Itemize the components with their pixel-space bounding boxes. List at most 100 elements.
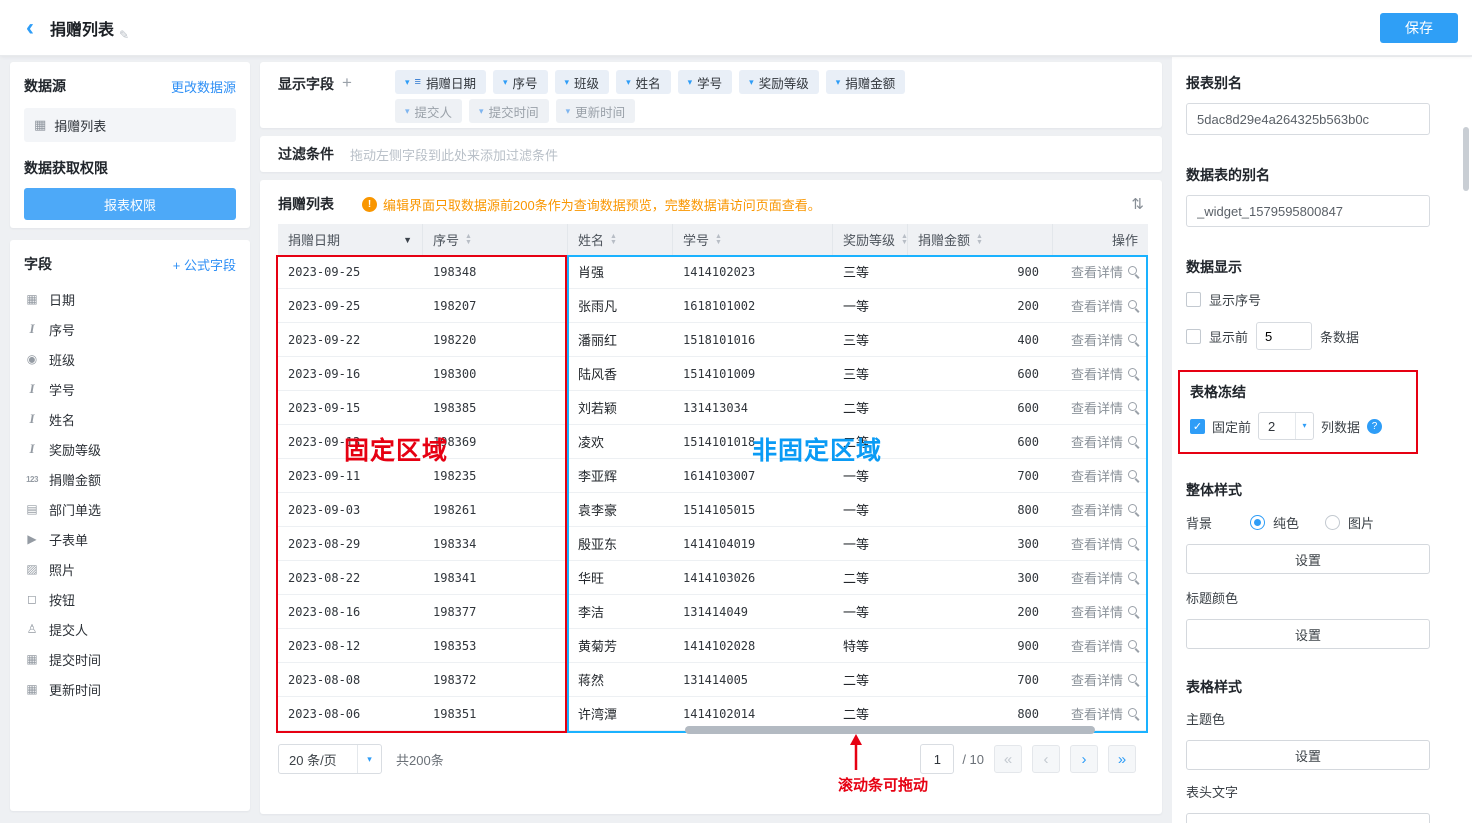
datasource-item[interactable]: ▦ 捐赠列表 [24,108,236,142]
column-header-donation-date[interactable]: 捐赠日期 ▼ [278,224,423,255]
column-header-grade[interactable]: 奖励等级 ▲▼ [833,224,908,255]
view-detail-link[interactable]: 查看详情 [1071,398,1123,417]
view-detail-link[interactable]: 查看详情 [1071,568,1123,587]
cell-action: 查看详情 [1053,527,1148,560]
theme-color-set-button[interactable]: 设置 [1186,740,1430,770]
back-button[interactable]: ‹ [26,16,34,40]
cell-donation-date: 2023-09-25 [278,289,423,322]
field-item[interactable]: I序号 [24,314,236,344]
field-item[interactable]: I学号 [24,374,236,404]
save-button[interactable]: 保存 [1380,13,1458,43]
view-detail-link[interactable]: 查看详情 [1071,704,1123,723]
prev-page-button[interactable]: ‹ [1032,745,1060,773]
column-header-serial[interactable]: 序号 ▲▼ [423,224,568,255]
view-detail-link[interactable]: 查看详情 [1071,432,1123,451]
table-alias-input[interactable] [1186,195,1430,227]
cell-donation-date: 2023-08-16 [278,595,423,628]
display-field-chip-label: 捐赠金额 [845,73,895,92]
display-field-chip-label: 序号 [513,73,538,92]
table-alias-heading: 数据表的别名 [1186,165,1430,185]
display-field-chip[interactable]: ▾ 序号 [493,70,548,94]
view-detail-link[interactable]: 查看详情 [1071,296,1123,315]
freeze-heading: 表格冻结 [1190,382,1406,402]
field-item[interactable]: ▨照片 [24,554,236,584]
field-item-label: 子表单 [49,530,88,549]
column-header-name[interactable]: 姓名 ▲▼ [568,224,673,255]
field-item[interactable]: ♙提交人 [24,614,236,644]
chevron-down-icon: ▾ [503,77,508,88]
bg-solid-radio[interactable] [1250,515,1265,530]
show-first-checkbox[interactable] [1186,329,1201,344]
change-datasource-link[interactable]: 更改数据源 [171,77,236,96]
cell-serial-no: 198235 [423,459,568,492]
page-number-input[interactable] [920,744,954,774]
page-size-select[interactable]: 20 条/页 ▾ [278,744,382,774]
field-item[interactable]: ◉班级 [24,344,236,374]
display-field-chip[interactable]: ▾提交时间 [469,99,549,123]
view-detail-link[interactable]: 查看详情 [1071,534,1123,553]
report-alias-input[interactable] [1186,103,1430,135]
report-permission-button[interactable]: 报表权限 [24,188,236,220]
cell-amount: 300 [908,561,1053,594]
view-detail-link[interactable]: 查看详情 [1071,364,1123,383]
display-field-chip[interactable]: ▾学号 [678,70,733,94]
freeze-count-select[interactable]: 2 ▾ [1258,412,1314,440]
display-field-chip[interactable]: ▾≡捐赠日期 [395,70,486,94]
field-item[interactable]: I姓名 [24,404,236,434]
header-text-set-button[interactable]: 设置 [1186,813,1430,823]
display-field-chip[interactable]: ▾姓名 [616,70,671,94]
edit-title-icon[interactable]: ✎ [119,28,129,42]
view-detail-link[interactable]: 查看详情 [1071,500,1123,519]
table-sort-icon[interactable]: ⇅ [1131,195,1144,213]
last-page-button[interactable]: » [1108,745,1136,773]
background-set-button[interactable]: 设置 [1186,544,1430,574]
view-detail-link[interactable]: 查看详情 [1071,466,1123,485]
show-first-count-input[interactable] [1256,322,1312,350]
field-item[interactable]: ▶子表单 [24,524,236,554]
text-icon: I [24,441,40,457]
next-page-button[interactable]: › [1070,745,1098,773]
freeze-checkbox[interactable]: ✓ [1190,419,1205,434]
display-field-chip[interactable]: ▾班级 [555,70,610,94]
preview-notice: 编辑界面只取数据源前200条作为查询数据预览，完整数据请访问页面查看。 [383,195,821,214]
column-header-amount[interactable]: 捐赠金额 ▲▼ [908,224,1053,255]
horizontal-scrollbar-thumb[interactable] [685,726,1095,734]
display-field-chip[interactable]: ▾捐赠金额 [826,70,906,94]
cell-name: 陆风香 [568,357,673,390]
bg-image-radio[interactable] [1325,515,1340,530]
view-detail-link[interactable]: 查看详情 [1071,636,1123,655]
formula-field-link[interactable]: + 公式字段 [173,255,236,274]
field-item-label: 更新时间 [49,680,101,699]
help-icon[interactable]: ? [1367,419,1382,434]
field-item[interactable]: ▤部门单选 [24,494,236,524]
display-field-chip-label: 学号 [697,73,722,92]
field-item[interactable]: 123捐赠金额 [24,464,236,494]
cell-donation-date: 2023-09-11 [278,459,423,492]
column-header-student-id[interactable]: 学号 ▲▼ [673,224,833,255]
display-field-chip[interactable]: ▾更新时间 [556,99,636,123]
field-item[interactable]: ▦提交时间 [24,644,236,674]
view-detail-link[interactable]: 查看详情 [1071,670,1123,689]
field-item[interactable]: ◻按钮 [24,584,236,614]
main-area: 显示字段 + ▾≡捐赠日期▾序号▾班级▾姓名▾学号▾奖励等级▾捐赠金额 ▾提交人… [260,62,1162,814]
field-item[interactable]: ▦更新时间 [24,674,236,704]
scrollbar-thumb[interactable] [1463,127,1469,191]
title-color-set-button[interactable]: 设置 [1186,619,1430,649]
cell-amount: 800 [908,493,1053,526]
show-index-checkbox[interactable] [1186,292,1201,307]
cell-serial-no: 198334 [423,527,568,560]
display-field-chip[interactable]: ▾提交人 [395,99,462,123]
freeze-prefix: 固定前 [1212,417,1251,436]
view-detail-link[interactable]: 查看详情 [1071,602,1123,621]
cell-name: 许湾潭 [568,697,673,730]
field-item[interactable]: ▦日期 [24,284,236,314]
first-page-button[interactable]: « [994,745,1022,773]
cell-serial-no: 198369 [423,425,568,458]
filter-drop-placeholder[interactable]: 拖动左侧字段到此处来添加过滤条件 [350,145,558,164]
view-detail-link[interactable]: 查看详情 [1071,262,1123,281]
add-display-field-button[interactable]: + [342,74,352,91]
view-detail-link[interactable]: 查看详情 [1071,330,1123,349]
cell-name: 李亚辉 [568,459,673,492]
field-item[interactable]: I奖励等级 [24,434,236,464]
display-field-chip[interactable]: ▾奖励等级 [739,70,819,94]
